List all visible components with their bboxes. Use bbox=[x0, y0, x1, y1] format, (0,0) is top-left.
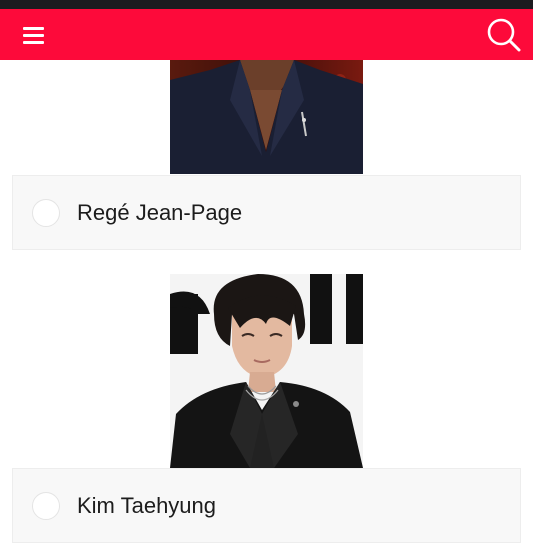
hamburger-menu-icon bbox=[23, 27, 44, 30]
search-button[interactable] bbox=[485, 16, 523, 54]
person-photo bbox=[170, 60, 363, 174]
top-bar bbox=[0, 9, 533, 60]
radio-button[interactable] bbox=[32, 492, 60, 520]
poll-content: Regé Jean-Page Kim Taehyung bbox=[0, 60, 533, 560]
search-icon bbox=[487, 18, 521, 52]
option-label: Kim Taehyung bbox=[77, 493, 217, 518]
poll-option[interactable]: Kim Taehyung bbox=[12, 468, 521, 543]
person-photo bbox=[170, 274, 363, 468]
poll-option[interactable]: Regé Jean-Page bbox=[12, 175, 521, 250]
option-label: Regé Jean-Page bbox=[77, 200, 243, 225]
menu-button[interactable] bbox=[18, 23, 50, 47]
radio-button[interactable] bbox=[32, 199, 60, 227]
status-strip bbox=[0, 0, 533, 9]
